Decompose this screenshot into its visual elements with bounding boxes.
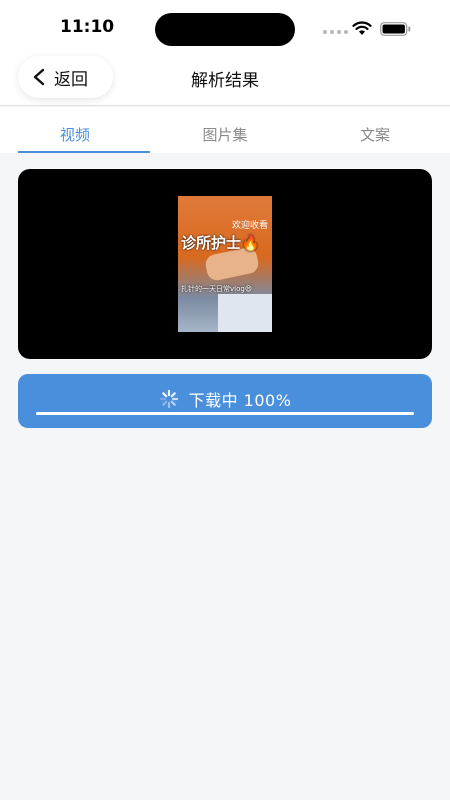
video-thumbnail: 欢迎收看 诊所护士🔥 扎针的一天日常vlog😄	[178, 196, 272, 332]
thumbnail-caption-title: 诊所护士🔥	[181, 234, 260, 252]
loading-spinner-icon	[159, 389, 178, 409]
thumbnail-caption-top: 欢迎收看	[231, 221, 268, 231]
thumbnail-caption-subtitle: 扎针的一天日常vlog😄	[181, 285, 253, 293]
tab-video[interactable]: 视频	[0, 107, 150, 153]
tab-image-set[interactable]: 图片集	[150, 107, 300, 153]
cellular-signal-icon	[323, 30, 348, 34]
dynamic-island	[155, 13, 295, 46]
wifi-icon	[352, 21, 372, 35]
tab-bar: 视频 图片集 文案	[0, 107, 450, 153]
status-time: 11:10	[60, 17, 115, 37]
page-title: 解析结果	[191, 71, 259, 91]
status-bar: 11:10	[0, 0, 450, 56]
download-button[interactable]: 下载中 100%	[18, 374, 432, 428]
navigation-bar: 返回 解析结果	[0, 56, 450, 106]
video-player[interactable]: 欢迎收看 诊所护士🔥 扎针的一天日常vlog😄	[18, 169, 432, 359]
download-progress-fill	[36, 412, 414, 415]
tab-copywriting[interactable]: 文案	[300, 107, 450, 153]
battery-icon	[380, 22, 411, 36]
download-status-label: 下载中 100%	[188, 391, 292, 410]
download-progress-bar	[36, 412, 414, 415]
